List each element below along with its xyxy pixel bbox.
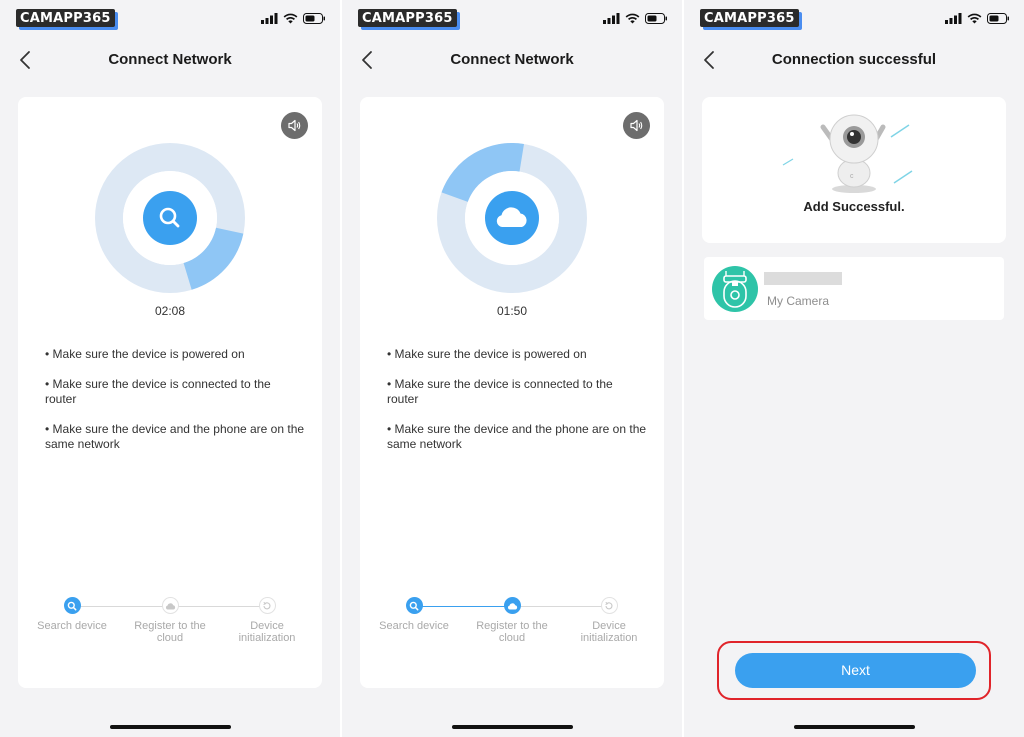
next-button[interactable]: Next xyxy=(735,653,976,688)
wifi-icon xyxy=(283,13,298,24)
home-indicator xyxy=(110,725,231,729)
step-device-initialization: Device initialization xyxy=(217,597,317,644)
home-indicator xyxy=(794,725,915,729)
cloud-icon xyxy=(507,602,517,609)
screen-search-device: CAMAPP365 Connect Network 02:08 • Make s… xyxy=(0,0,340,737)
signal-icon xyxy=(603,13,620,24)
tips-list: • Make sure the device is powered on • M… xyxy=(387,347,647,467)
device-avatar xyxy=(712,266,758,312)
step-label: Device initialization xyxy=(238,620,296,644)
center-badge xyxy=(143,191,197,245)
page-title: Connection successful xyxy=(771,51,937,68)
step-search-device: Search device xyxy=(22,597,122,632)
tips-list: • Make sure the device is powered on • M… xyxy=(45,347,305,467)
status-bar xyxy=(603,13,668,24)
tip-item: • Make sure the device is powered on xyxy=(387,347,587,361)
step-device-initialization: Device initialization xyxy=(559,597,659,644)
speaker-icon xyxy=(630,119,643,132)
watermark: CAMAPP365 xyxy=(16,9,115,27)
search-icon xyxy=(409,601,419,610)
speaker-button[interactable] xyxy=(281,112,308,139)
step-register-cloud: Register to the cloud xyxy=(462,597,562,644)
success-card: c Add Successful. xyxy=(702,97,1006,243)
speaker-icon xyxy=(288,119,301,132)
screen-connection-successful: CAMAPP365 Connection successful c Add Su… xyxy=(684,0,1024,737)
step-label: Register to the cloud xyxy=(476,620,548,644)
speaker-button[interactable] xyxy=(623,112,650,139)
wifi-icon xyxy=(967,13,982,24)
step-label: Search device xyxy=(37,620,107,632)
header: Connection successful xyxy=(684,44,1024,76)
svg-text:c: c xyxy=(850,173,854,180)
tip-item: • Make sure the device is connected to t… xyxy=(387,377,613,406)
screen-register-cloud: CAMAPP365 Connect Network 01:50 • Make s… xyxy=(342,0,682,737)
home-indicator xyxy=(452,725,573,729)
battery-icon xyxy=(645,13,667,24)
device-subtitle: My Camera xyxy=(767,294,830,308)
success-message: Add Successful. xyxy=(803,199,905,214)
step-register-cloud: Register to the cloud xyxy=(120,597,220,644)
status-bar xyxy=(945,13,1010,24)
battery-icon xyxy=(303,13,325,24)
wifi-icon xyxy=(625,13,640,24)
step-search-device: Search device xyxy=(364,597,464,632)
signal-icon xyxy=(261,13,278,24)
watermark: CAMAPP365 xyxy=(700,9,799,27)
tip-item: • Make sure the device is powered on xyxy=(45,347,245,361)
search-icon xyxy=(67,601,77,610)
watermark: CAMAPP365 xyxy=(358,9,457,27)
battery-icon xyxy=(987,13,1009,24)
countdown-timer: 02:08 xyxy=(154,304,186,318)
tip-item: • Make sure the device is connected to t… xyxy=(45,377,271,406)
countdown-timer: 01:50 xyxy=(496,304,528,318)
refresh-icon xyxy=(605,601,613,609)
progress-ring xyxy=(437,143,587,293)
tip-item: • Make sure the device and the phone are… xyxy=(387,422,647,451)
next-highlight-frame: Next xyxy=(717,641,991,700)
connect-card: 02:08 • Make sure the device is powered … xyxy=(18,97,322,688)
robot-mascot-icon: c xyxy=(782,114,913,193)
header: Connect Network xyxy=(342,44,682,76)
step-indicator: Search device Register to the cloud Devi… xyxy=(360,597,664,657)
step-label: Register to the cloud xyxy=(134,620,206,644)
cloud-icon xyxy=(165,602,175,609)
page-title: Connect Network xyxy=(450,51,574,68)
tip-item: • Make sure the device and the phone are… xyxy=(45,422,305,451)
progress-ring xyxy=(95,143,245,293)
page-title: Connect Network xyxy=(108,51,232,68)
camera-icon xyxy=(723,271,747,308)
connect-card: 01:50 • Make sure the device is powered … xyxy=(360,97,664,688)
device-name-redacted xyxy=(764,272,842,285)
device-item[interactable]: My Camera xyxy=(704,257,1004,320)
signal-icon xyxy=(945,13,962,24)
step-label: Device initialization xyxy=(580,620,638,644)
step-indicator: Search device Register to the cloud Devi… xyxy=(18,597,322,657)
header: Connect Network xyxy=(0,44,340,76)
status-bar xyxy=(261,13,326,24)
refresh-icon xyxy=(263,601,271,609)
step-label: Search device xyxy=(379,620,449,632)
